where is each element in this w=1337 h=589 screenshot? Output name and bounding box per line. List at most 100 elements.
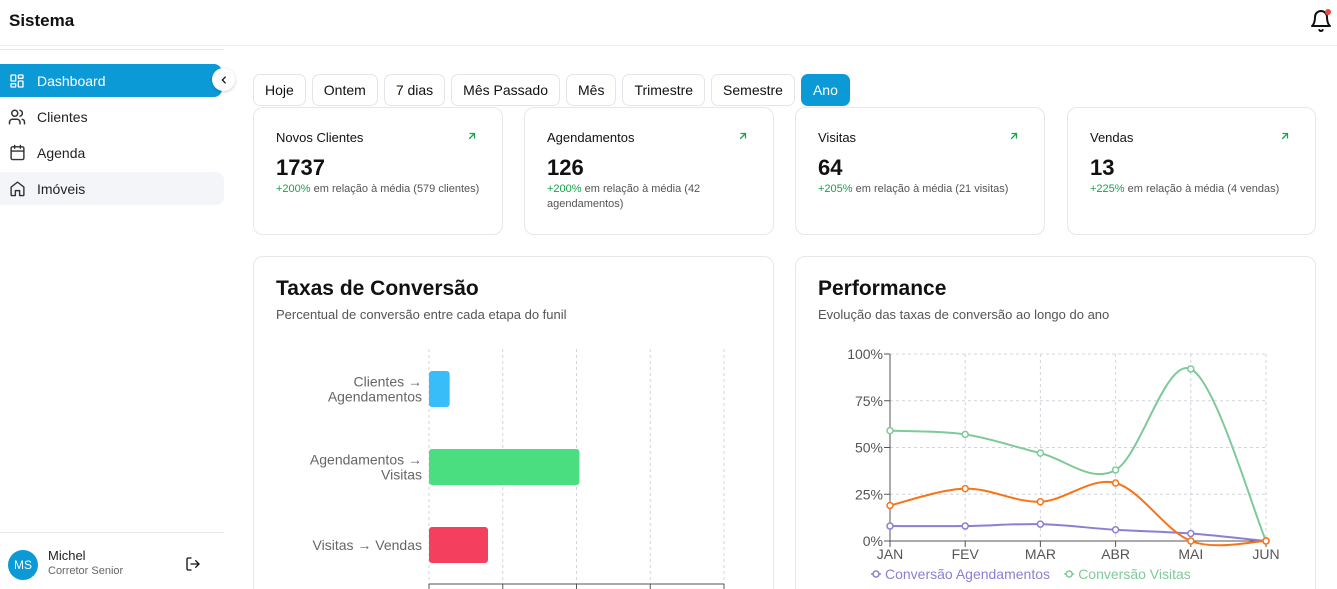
y-tick-label: 100% [847,346,883,362]
logout-icon[interactable] [185,556,201,572]
x-tick-label: MAR [1025,546,1056,562]
category-label: Visitas → Vendas [313,537,422,553]
notification-badge [1325,9,1331,15]
filter-mes[interactable]: Mês [566,74,617,106]
legend-label: Conversão Visitas [1078,566,1191,582]
y-tick-label: 50% [855,440,883,456]
stat-title: Vendas [1090,130,1134,145]
category-label: Agendamentos → [310,452,422,468]
series-line [889,523,1267,542]
sidebar-item-imoveis[interactable]: Imóveis [0,172,224,205]
x-tick-label: JAN [877,546,903,562]
x-tick-label: JUN [1252,546,1279,562]
home-icon [8,180,26,198]
conversion-card: Taxas de Conversão Percentual de convers… [253,256,774,589]
users-icon [8,108,26,126]
top-bar: Sistema [0,0,1337,46]
filter-ano[interactable]: Ano [800,74,850,106]
stat-card-vendas: Vendas 13 +225% em relação à média (4 ve… [1067,107,1316,235]
legend-label: Conversão Agendamentos [885,566,1050,582]
filter-hoje[interactable]: Hoje [253,74,306,106]
sidebar-collapse-button[interactable] [212,68,235,91]
data-point [1111,526,1120,534]
avatar[interactable]: MS [8,550,38,580]
bar [429,371,450,407]
category-label: Visitas [381,467,422,483]
data-point [1036,520,1045,528]
data-point [1187,365,1195,373]
data-point [1036,497,1045,506]
stat-card-novos-clientes: Novos Clientes 1737 +200% em relação à m… [253,107,503,235]
period-filters: Hoje Ontem 7 dias Mês Passado Mês Trimes… [253,74,850,106]
sidebar-item-agenda[interactable]: Agenda [0,136,224,169]
sidebar-item-dashboard[interactable]: Dashboard [0,64,222,97]
stat-value: 64 [818,155,843,180]
stat-note-text: em relação à média (4 vendas) [1124,183,1280,195]
filter-7-dias[interactable]: 7 dias [383,74,446,106]
data-point [886,501,894,510]
trend-up-icon [1010,132,1018,140]
stat-card-visitas: Visitas 64 +205% em relação à média (21 … [795,107,1045,235]
filter-mes-passado[interactable]: Mês Passado [451,74,560,106]
data-point [1111,466,1120,474]
app-root: Sistema Dashboard Clientes Agenda Imóvei… [0,0,1337,589]
user-name: Michel [48,548,86,563]
series-line [889,367,1267,542]
data-point [961,484,969,493]
user-role: Corretor Senior [48,565,124,577]
stat-title: Agendamentos [547,130,635,145]
category-label: Agendamentos [328,389,422,405]
stat-note-text: em relação à média (21 visitas) [852,183,1009,195]
stat-note: +200% em relação à média (42 agendamento… [547,182,757,212]
sidebar-item-label: Dashboard [37,72,106,89]
trend-up-icon [468,132,476,140]
stat-value: 126 [547,155,584,180]
legend-marker [1065,570,1073,578]
data-point [1187,529,1195,538]
stat-change: +205% [818,183,853,195]
stat-change: +225% [1090,183,1125,195]
data-point [1036,449,1045,457]
data-point [1111,479,1120,487]
stat-note: +205% em relação à média (21 visitas) [818,182,1028,197]
stat-change: +200% [547,183,582,195]
sidebar-item-label: Agenda [37,144,86,161]
filter-ontem[interactable]: Ontem [311,74,378,106]
bar [429,527,488,563]
stat-card-agendamentos: Agendamentos 126 +200% em relação à médi… [524,107,774,235]
data-point [1187,537,1195,545]
trend-up-icon [1281,132,1289,140]
stat-title: Visitas [818,130,857,145]
stat-note: +225% em relação à média (4 vendas) [1090,182,1300,197]
calendar-icon [8,144,26,162]
y-tick-label: 75% [855,393,883,409]
conversion-bar-chart: Clientes →AgendamentosAgendamentos →Visi… [310,349,725,589]
x-tick-label: ABR [1101,546,1130,562]
stat-change: +200% [276,183,311,195]
x-tick-label: FEV [952,546,980,562]
stat-note-text: em relação à média (579 clientes) [310,183,480,195]
sidebar-nav: Dashboard Clientes Agenda Imóveis [0,64,224,208]
trend-up-icon [739,132,747,140]
performance-card: Performance Evolução das taxas de conver… [795,256,1316,589]
dashboard-icon [8,72,26,90]
stat-value: 13 [1090,155,1115,180]
data-point [1262,537,1270,545]
data-point [886,522,894,530]
category-label: Clientes → [354,374,422,390]
filter-semestre[interactable]: Semestre [711,74,795,106]
performance-line-chart: 0%25%50%75%100%JAN FEV MAR ABR MAI JUNConvers… [847,346,1279,582]
stat-note: +200% em relação à média (579 clientes) [276,182,486,197]
sidebar-item-label: Imóveis [37,180,86,197]
app-title: Sistema [9,11,75,30]
data-point [961,430,969,439]
y-tick-label: 25% [855,486,883,502]
data-point [886,426,894,435]
legend-marker [872,570,880,578]
filter-trimestre[interactable]: Trimestre [622,74,706,106]
sidebar-item-clientes[interactable]: Clientes [0,100,224,133]
data-point [961,522,969,530]
sidebar-item-label: Clientes [37,108,88,125]
stat-value: 1737 [276,155,325,180]
sidebar-divider [0,49,224,50]
